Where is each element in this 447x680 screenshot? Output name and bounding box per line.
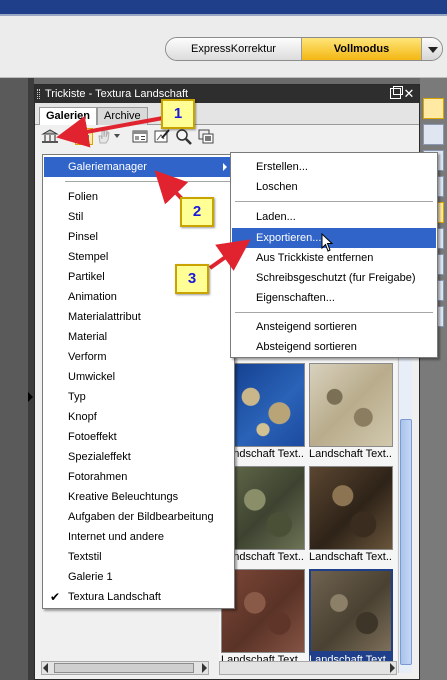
gallery-thumbnail-selected[interactable]: Landschaft Text... bbox=[309, 569, 393, 667]
menu-item-laden[interactable]: Laden... bbox=[232, 207, 436, 227]
menu-item-loschen[interactable]: Loschen bbox=[232, 177, 436, 197]
close-icon[interactable]: ✕ bbox=[403, 85, 415, 103]
menu-item[interactable]: Umwickel bbox=[44, 367, 233, 387]
thumbnail-image bbox=[309, 363, 393, 447]
menu-item[interactable]: Textstil bbox=[44, 547, 233, 567]
menu-item[interactable]: Spezialeffekt bbox=[44, 447, 233, 467]
workspace-left bbox=[0, 78, 28, 680]
menu-item[interactable]: Materialattribut bbox=[44, 307, 233, 327]
scroll-left-icon[interactable] bbox=[43, 663, 48, 673]
restore-icon[interactable] bbox=[390, 86, 403, 99]
scroll-right-icon[interactable] bbox=[390, 663, 395, 673]
gallery-view: Landschaft Text... Landschaft Text... La… bbox=[219, 335, 397, 667]
gallery-menu-icon[interactable] bbox=[41, 128, 59, 145]
mode-dropdown-button[interactable] bbox=[422, 38, 442, 60]
menu-item-galeriemanager[interactable]: Galeriemanager bbox=[44, 157, 233, 177]
menu-item[interactable]: Internet und andere bbox=[44, 527, 233, 547]
menu-item[interactable]: Verform bbox=[44, 347, 233, 367]
thumbnail-image bbox=[309, 569, 393, 653]
menu-item-ansteigend-sortieren[interactable]: Ansteigend sortieren bbox=[232, 317, 436, 337]
gallery-thumbnail[interactable]: Landschaft Text... bbox=[309, 363, 393, 461]
menu-item[interactable]: Fotorahmen bbox=[44, 467, 233, 487]
mode-switch: ExpressKorrektur Vollmodus bbox=[165, 37, 443, 61]
callout-2: 2 bbox=[180, 197, 214, 227]
vertical-scrollbar[interactable] bbox=[398, 333, 412, 673]
menu-separator bbox=[235, 201, 433, 202]
copy-icon[interactable] bbox=[197, 128, 215, 145]
menu-item-erstellen[interactable]: Erstellen... bbox=[232, 157, 436, 177]
horizontal-scrollbar[interactable] bbox=[41, 661, 209, 675]
mouse-cursor-icon bbox=[321, 233, 334, 252]
gallery-horizontal-scrollbar[interactable] bbox=[219, 661, 397, 675]
chevron-down-icon[interactable] bbox=[114, 134, 120, 138]
search-icon[interactable] bbox=[175, 128, 193, 145]
galeriemanager-submenu: Erstellen... Loschen Laden... Exportiere… bbox=[230, 152, 438, 358]
scroll-right-icon[interactable] bbox=[202, 663, 207, 673]
grip-icon[interactable] bbox=[37, 89, 40, 99]
tree-view-icon[interactable] bbox=[75, 128, 93, 145]
hand-icon[interactable] bbox=[95, 128, 113, 145]
menu-item[interactable]: Galerie 1 bbox=[44, 567, 233, 587]
menu-separator bbox=[235, 312, 433, 313]
menu-item[interactable]: Pinsel bbox=[44, 227, 233, 247]
app-title-strip bbox=[0, 0, 447, 16]
tab-archive[interactable]: Archive bbox=[97, 107, 148, 125]
properties-icon[interactable] bbox=[131, 128, 149, 145]
thumbnail-image bbox=[309, 466, 393, 550]
gallery-thumbnail[interactable]: Landschaft Text... bbox=[309, 466, 393, 564]
collapse-arrow-icon[interactable] bbox=[28, 392, 33, 402]
scrollbar-thumb[interactable] bbox=[54, 663, 194, 673]
menu-item[interactable]: Material bbox=[44, 327, 233, 347]
tab-galerien[interactable]: Galerien bbox=[39, 107, 98, 126]
menu-item[interactable]: Knopf bbox=[44, 407, 233, 427]
dock-button-2[interactable] bbox=[423, 124, 444, 145]
menu-item-schreibgeschutzt[interactable]: Schreibsgeschutzt (fur Freigabe) bbox=[232, 268, 436, 288]
callout-3: 3 bbox=[175, 264, 209, 294]
dock-button-trickkiste[interactable] bbox=[423, 98, 444, 119]
menu-item-absteigend-sortieren[interactable]: Absteigend sortieren bbox=[232, 337, 436, 357]
thumbnail-caption: Landschaft Text... bbox=[309, 551, 393, 563]
vollmodus-button[interactable]: Vollmodus bbox=[302, 38, 422, 60]
edit-image-icon[interactable] bbox=[153, 128, 171, 145]
menu-item-textura-landschaft[interactable]: ✔ Textura Landschaft bbox=[44, 587, 233, 607]
mode-bar: ExpressKorrektur Vollmodus bbox=[0, 16, 447, 78]
express-korrektur-button[interactable]: ExpressKorrektur bbox=[166, 38, 302, 60]
callout-1: 1 bbox=[161, 99, 195, 129]
palette-toolbar bbox=[35, 125, 419, 147]
menu-separator bbox=[65, 181, 231, 182]
palette-titlebar[interactable]: Trickiste - Textura Landschaft bbox=[35, 85, 419, 103]
checkmark-icon: ✔ bbox=[50, 590, 61, 604]
tab-bar: Galerien Archive bbox=[35, 103, 419, 126]
scrollbar-thumb[interactable] bbox=[400, 419, 412, 665]
menu-item[interactable]: Fotoeffekt bbox=[44, 427, 233, 447]
menu-item[interactable]: Aufgaben der Bildbearbeitung bbox=[44, 507, 233, 527]
menu-item-eigenschaften[interactable]: Eigenschaften... bbox=[232, 288, 436, 308]
menu-item[interactable]: Kreative Beleuchtungs bbox=[44, 487, 233, 507]
submenu-arrow-icon bbox=[223, 163, 227, 171]
menu-item[interactable]: Typ bbox=[44, 387, 233, 407]
thumbnail-caption: Landschaft Text... bbox=[309, 448, 393, 460]
